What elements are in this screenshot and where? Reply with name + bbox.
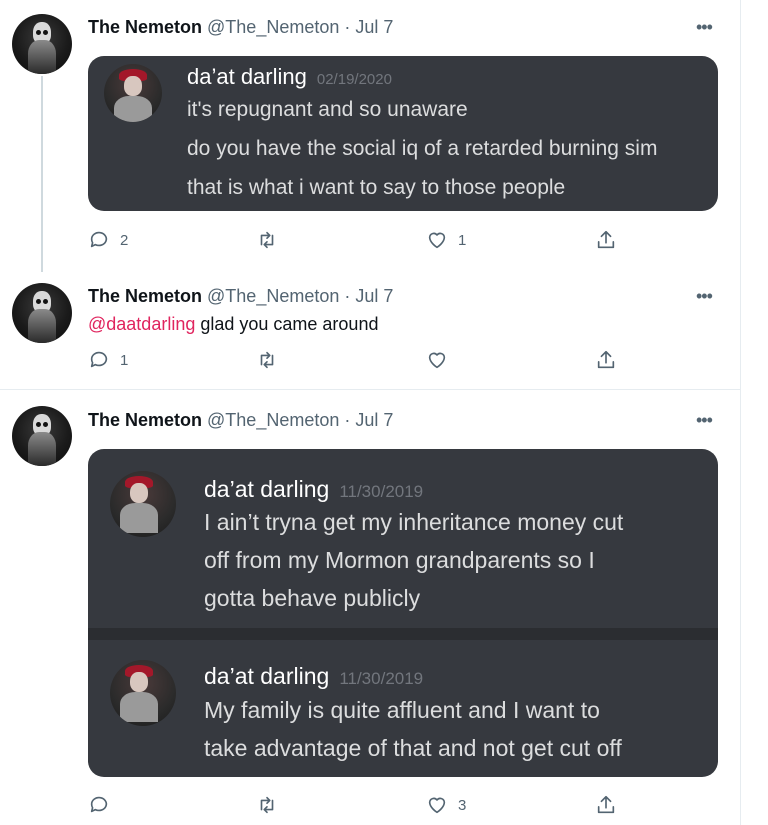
tweet-header: The Nemeton @The_Nemeton · Jul 7 [88,16,393,38]
share-icon [597,795,615,814]
tweet-actions: 1 [88,349,628,375]
retweet-button[interactable] [256,794,288,816]
share-button[interactable] [595,349,617,371]
chat-line: off from my Mormon grandparents so I [204,547,595,573]
robe-figure [28,432,56,466]
like-icon [428,232,446,249]
reply-count: 1 [120,351,129,369]
share-icon [597,230,615,249]
tweet-header: The Nemeton @The_Nemeton · Jul 7 [88,409,393,431]
avatar[interactable] [12,14,72,74]
more-icon[interactable]: ••• [696,287,713,305]
chat-timestamp: 11/30/2019 [339,669,424,688]
avatar[interactable] [12,283,72,343]
robe-figure [28,309,56,343]
reply-icon [90,231,108,248]
retweet-button[interactable] [256,349,288,371]
retweet-icon [260,351,274,369]
timeline: The Nemeton @The_Nemeton · Jul 7 ••• da’… [0,0,741,825]
chat-message-header: da’at darling 11/30/2019 [204,663,423,693]
reply-icon [90,796,108,813]
like-count: 1 [458,231,467,249]
chat-message: da’at darling 11/30/2019 I ain’t tryna ge… [88,449,718,628]
chat-line: take advantage of that and not get cut o… [204,735,622,761]
more-icon[interactable]: ••• [696,411,713,429]
separator-dot: · [344,410,351,430]
chat-avatar [110,471,176,537]
like-icon [428,352,446,369]
chat-line: do you have the social iq of a retarded … [187,137,658,160]
chat-message: da’at darling 11/30/2019 My family is qui… [88,640,718,777]
chat-timestamp: 11/30/2019 [339,482,424,501]
like-button[interactable]: 1 [426,229,466,251]
handle[interactable]: @The_Nemeton [207,410,339,430]
chat-avatar [110,660,176,726]
tweet-actions: 3 [88,794,628,820]
chat-line: I ain’t tryna get my inheritance money c… [204,509,624,535]
reply-button[interactable]: 2 [88,229,128,251]
chat-username: da’at darling [204,663,330,689]
chat-line: that is what i want to say to those peop… [187,176,566,199]
separator-dot: · [344,286,351,306]
retweet-icon [260,231,274,249]
tweet-body: glad you came around [195,314,379,334]
like-count: 3 [458,796,467,814]
handle[interactable]: @The_Nemeton [207,286,339,306]
handle[interactable]: @The_Nemeton [207,17,339,37]
reply-count: 2 [120,231,129,249]
share-button[interactable] [595,794,617,816]
chat-message-header: da’at darling 11/30/2019 [204,476,423,506]
robe-figure [28,40,56,74]
timestamp[interactable]: Jul 7 [355,17,393,37]
chat-line: gotta behave publicly [204,585,421,611]
timestamp[interactable]: Jul 7 [355,410,393,430]
tweet[interactable]: The Nemeton @The_Nemeton · Jul 7 ••• da’… [0,0,740,272]
share-button[interactable] [595,229,617,251]
tweet-text: @daatdarling glad you came around [88,313,378,335]
retweet-icon [260,796,274,814]
thread-line [41,76,43,272]
tweet-header: The Nemeton @The_Nemeton · Jul 7 [88,285,393,307]
like-button[interactable] [426,349,458,371]
screenshot-card[interactable]: da’at darling 11/30/2019 I ain’t tryna ge… [88,449,718,777]
display-name[interactable]: The Nemeton [88,286,202,306]
mention-link[interactable]: @daatdarling [88,314,195,334]
tweet[interactable]: The Nemeton @The_Nemeton · Jul 7 ••• @da… [0,265,740,390]
message-divider [88,628,718,640]
chat-timestamp: 02/19/2020 [316,71,392,88]
reply-button[interactable]: 1 [88,349,128,371]
chat-username: da’at darling [204,476,330,502]
reply-icon [90,351,108,368]
timestamp[interactable]: Jul 7 [355,286,393,306]
chat-avatar [104,64,162,122]
display-name[interactable]: The Nemeton [88,17,202,37]
chat-line: it's repugnant and so unaware [187,98,468,121]
like-button[interactable]: 3 [426,794,466,816]
chat-message-header: da’at darling 02/19/2020 [187,64,392,93]
more-icon[interactable]: ••• [696,18,713,36]
tweet-actions: 2 1 [88,229,628,255]
avatar[interactable] [12,406,72,466]
screenshot-card[interactable]: da’at darling 02/19/2020 it's repugnant a… [88,56,718,211]
reply-button[interactable] [88,794,120,816]
share-icon [597,350,615,369]
like-icon [428,797,446,814]
chat-message: da’at darling 02/19/2020 it's repugnant a… [88,56,718,211]
retweet-button[interactable] [256,229,288,251]
display-name[interactable]: The Nemeton [88,410,202,430]
chat-line: My family is quite affluent and I want t… [204,697,600,723]
separator-dot: · [344,17,351,37]
tweet[interactable]: The Nemeton @The_Nemeton · Jul 7 ••• da’… [0,390,740,825]
chat-username: da’at darling [187,64,307,89]
